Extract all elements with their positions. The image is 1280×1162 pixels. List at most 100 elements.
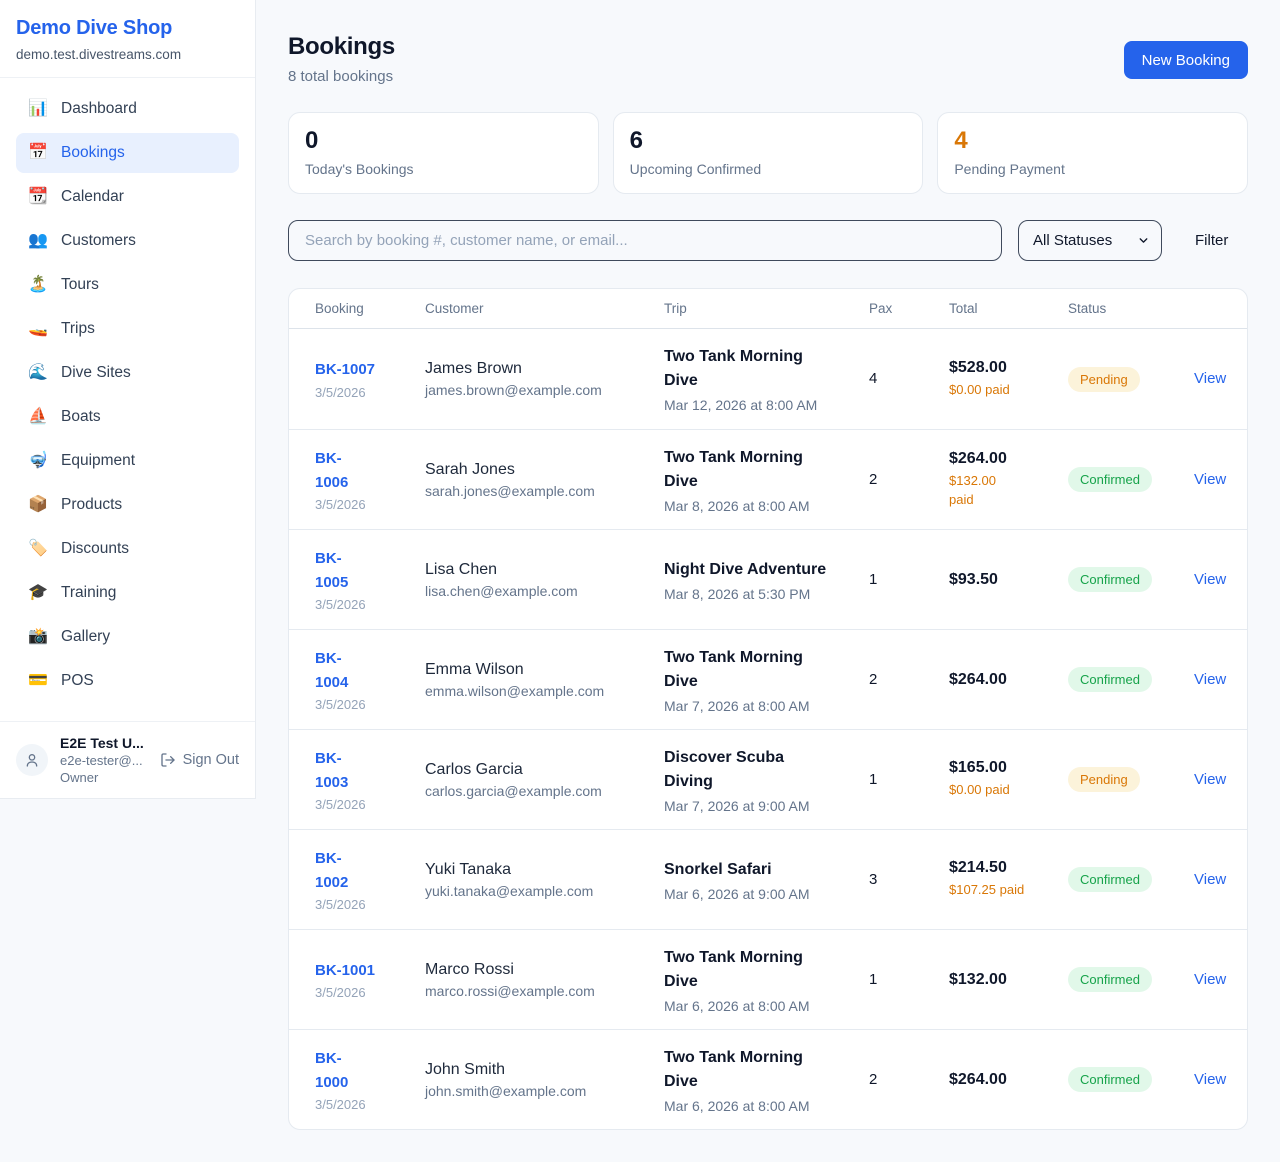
- sidebar-item[interactable]: 🎓 Training: [16, 573, 239, 613]
- page-heading-group: Bookings 8 total bookings: [288, 33, 395, 85]
- calendar-icon: 📆: [28, 189, 48, 205]
- pax-count: 2: [869, 1071, 877, 1088]
- pax-count: 3: [869, 871, 877, 888]
- trip-datetime: Mar 8, 2026 at 8:00 AM: [664, 498, 855, 514]
- booking-id-link[interactable]: BK- 1003: [315, 747, 425, 794]
- trip-name: Two Tank Morning Dive: [664, 946, 855, 994]
- view-link[interactable]: View: [1194, 571, 1226, 588]
- user-icon: [24, 752, 40, 768]
- booking-id-link[interactable]: BK-1001: [315, 959, 425, 982]
- col-header-status: Status: [1068, 301, 1194, 316]
- shop-domain: demo.test.divestreams.com: [16, 47, 239, 62]
- amount-paid: $0.00 paid: [949, 781, 1068, 800]
- sidebar-item-label: Discounts: [61, 540, 129, 558]
- booking-id-link[interactable]: BK-1007: [315, 358, 425, 381]
- user-info: E2E Test U... e2e-tester@... Owner: [60, 735, 148, 785]
- sidebar-item[interactable]: 🌊 Dive Sites: [16, 353, 239, 393]
- pos-icon: 💳: [28, 673, 48, 689]
- view-link[interactable]: View: [1194, 1071, 1226, 1088]
- discounts-icon: 🏷️: [28, 541, 48, 557]
- view-link[interactable]: View: [1194, 370, 1226, 387]
- sidebar-item[interactable]: 🏝️ Tours: [16, 265, 239, 305]
- total-amount: $132.00: [949, 971, 1068, 989]
- dive-sites-icon: 🌊: [28, 365, 48, 381]
- status-badge: Pending: [1068, 367, 1140, 392]
- sidebar-item[interactable]: 📊 Dashboard: [16, 89, 239, 129]
- boats-icon: ⛵: [28, 409, 48, 425]
- booking-id-link[interactable]: BK- 1002: [315, 847, 425, 894]
- pax-count: 1: [869, 571, 877, 588]
- booking-date: 3/5/2026: [315, 1097, 425, 1112]
- customer-email: carlos.garcia@example.com: [425, 783, 664, 799]
- sidebar-item[interactable]: 👥 Customers: [16, 221, 239, 261]
- view-link[interactable]: View: [1194, 771, 1226, 788]
- stat-card: 4 Pending Payment: [937, 112, 1248, 194]
- sidebar-nav: 📊 Dashboard 📅 Bookings 📆 Calendar 👥 Cust…: [0, 78, 255, 701]
- sidebar-item[interactable]: 📅 Bookings: [16, 133, 239, 173]
- sidebar-item[interactable]: 🤿 Equipment: [16, 441, 239, 481]
- sidebar-item[interactable]: 💳 POS: [16, 661, 239, 701]
- sidebar-item[interactable]: 📦 Products: [16, 485, 239, 525]
- new-booking-button[interactable]: New Booking: [1124, 41, 1248, 79]
- view-link[interactable]: View: [1194, 871, 1226, 888]
- pax-count: 4: [869, 370, 877, 387]
- customer-email: emma.wilson@example.com: [425, 683, 664, 699]
- trip-name: Discover Scuba Diving: [664, 746, 855, 794]
- customer-email: james.brown@example.com: [425, 382, 664, 398]
- trip-datetime: Mar 7, 2026 at 8:00 AM: [664, 698, 855, 714]
- sidebar-item[interactable]: 📸 Gallery: [16, 617, 239, 657]
- trip-datetime: Mar 6, 2026 at 9:00 AM: [664, 886, 855, 902]
- table-row: BK- 1005 3/5/2026 Lisa Chen lisa.chen@ex…: [289, 529, 1247, 629]
- booking-id-link[interactable]: BK- 1004: [315, 647, 425, 694]
- stats-row: 0 Today's Bookings 6 Upcoming Confirmed …: [288, 112, 1248, 194]
- sidebar-item-label: Gallery: [61, 628, 110, 646]
- search-input[interactable]: [288, 220, 1002, 261]
- customers-icon: 👥: [28, 233, 48, 249]
- customer-name: Yuki Tanaka: [425, 861, 664, 879]
- main-content: Bookings 8 total bookings New Booking 0 …: [288, 0, 1248, 1130]
- customer-name: Sarah Jones: [425, 461, 664, 479]
- trip-datetime: Mar 7, 2026 at 9:00 AM: [664, 798, 855, 814]
- col-header-customer: Customer: [425, 301, 664, 316]
- amount-paid: $0.00 paid: [949, 381, 1068, 400]
- sign-out-button[interactable]: Sign Out: [160, 752, 239, 768]
- col-header-pax: Pax: [869, 301, 949, 316]
- sidebar: Demo Dive Shop demo.test.divestreams.com…: [0, 0, 256, 799]
- status-badge: Confirmed: [1068, 1067, 1152, 1092]
- view-link[interactable]: View: [1194, 971, 1226, 988]
- stat-value: 0: [305, 127, 582, 156]
- sidebar-item[interactable]: 🏷️ Discounts: [16, 529, 239, 569]
- status-filter-value: All Statuses: [1033, 232, 1112, 249]
- filter-button[interactable]: Filter: [1179, 224, 1244, 257]
- stat-value: 6: [630, 127, 907, 156]
- sidebar-item[interactable]: 🚤 Trips: [16, 309, 239, 349]
- status-filter-select[interactable]: All Statuses: [1018, 220, 1162, 261]
- booking-id-link[interactable]: BK- 1006: [315, 447, 425, 494]
- status-badge: Confirmed: [1068, 567, 1152, 592]
- booking-id-link[interactable]: BK- 1000: [315, 1047, 425, 1094]
- user-role: Owner: [60, 770, 148, 785]
- customer-name: John Smith: [425, 1061, 664, 1079]
- view-link[interactable]: View: [1194, 471, 1226, 488]
- total-amount: $264.00: [949, 1071, 1068, 1089]
- bookings-table: Booking Customer Trip Pax Total Status B…: [288, 288, 1248, 1130]
- pax-count: 1: [869, 971, 877, 988]
- sidebar-item[interactable]: ⛵ Boats: [16, 397, 239, 437]
- status-badge: Confirmed: [1068, 867, 1152, 892]
- booking-date: 3/5/2026: [315, 897, 425, 912]
- trip-name: Two Tank Morning Dive: [664, 646, 855, 694]
- view-link[interactable]: View: [1194, 671, 1226, 688]
- table-row: BK-1007 3/5/2026 James Brown james.brown…: [289, 329, 1247, 429]
- booking-date: 3/5/2026: [315, 797, 425, 812]
- trip-name: Two Tank Morning Dive: [664, 1046, 855, 1094]
- stat-label: Today's Bookings: [305, 161, 582, 177]
- training-icon: 🎓: [28, 585, 48, 601]
- stat-value: 4: [954, 127, 1231, 156]
- dashboard-icon: 📊: [28, 101, 48, 117]
- sidebar-item[interactable]: 📆 Calendar: [16, 177, 239, 217]
- customer-email: marco.rossi@example.com: [425, 983, 664, 999]
- table-body: BK-1007 3/5/2026 James Brown james.brown…: [289, 329, 1247, 1129]
- booking-id-link[interactable]: BK- 1005: [315, 547, 425, 594]
- stat-label: Pending Payment: [954, 161, 1231, 177]
- customer-email: lisa.chen@example.com: [425, 583, 664, 599]
